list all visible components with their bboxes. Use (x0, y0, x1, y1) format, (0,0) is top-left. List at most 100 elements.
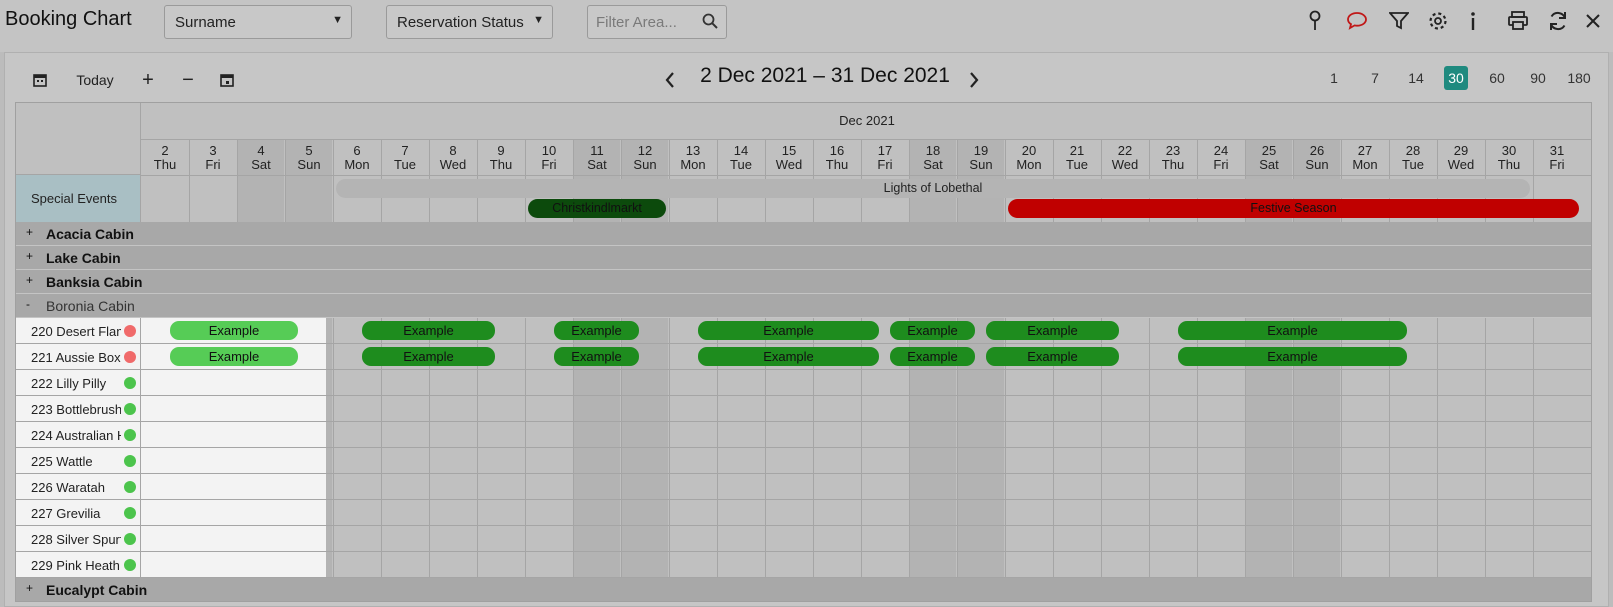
message-icon[interactable] (1342, 6, 1372, 36)
surname-select-value: Surname (175, 14, 236, 31)
day-of-week: Fri (1549, 157, 1565, 172)
booking-bar[interactable]: Example (890, 347, 975, 366)
zoom-7-days[interactable]: 7 (1361, 66, 1389, 90)
group-toggle[interactable]: + (26, 225, 33, 239)
day-of-week: Mon (1016, 157, 1042, 172)
gear-icon[interactable] (1423, 6, 1453, 36)
reservation-status-select[interactable]: Reservation Status ▼ (386, 5, 553, 39)
booking-bar[interactable]: Example (986, 347, 1119, 366)
group-name: Boronia Cabin (46, 298, 135, 314)
booking-bar[interactable]: Example (170, 347, 298, 366)
zoom-30-days[interactable]: 30 (1444, 66, 1468, 90)
room-name: 224 Australian Heath (31, 428, 121, 443)
refresh-icon[interactable] (1543, 6, 1573, 36)
day-of-week: Mon (1352, 157, 1378, 172)
day-header: 3 Fri (189, 140, 237, 175)
zoom-90-days[interactable]: 90 (1524, 66, 1552, 90)
group-row[interactable]: + Acacia Cabin (16, 222, 1591, 246)
group-toggle[interactable]: - (26, 297, 30, 311)
previous-range-button[interactable] (660, 68, 680, 92)
print-icon[interactable] (1503, 6, 1533, 36)
filter-icon[interactable] (1384, 6, 1414, 36)
day-header: 17 Fri (861, 140, 909, 175)
day-header: 29 Wed (1437, 140, 1485, 175)
booking-bar[interactable]: Example (362, 321, 495, 340)
booking-bar[interactable]: Example (698, 321, 879, 340)
day-number: 20 (1021, 143, 1037, 158)
day-of-week: Tue (394, 157, 416, 172)
room-name: 221 Aussie Box (31, 350, 121, 365)
search-icon[interactable] (702, 13, 718, 33)
booking-bar[interactable]: Example (362, 347, 495, 366)
booking-bar[interactable]: Example (554, 347, 639, 366)
location-pin-icon[interactable] (1300, 6, 1330, 36)
day-header: 20 Mon (1005, 140, 1053, 175)
day-header: 15 Wed (765, 140, 813, 175)
info-icon[interactable] (1458, 6, 1488, 36)
room-name: 220 Desert Flame (31, 324, 121, 339)
zoom-180-days[interactable]: 180 (1565, 66, 1593, 90)
zoom-out-button[interactable]: − (176, 68, 200, 92)
status-dot (124, 507, 136, 519)
status-dot (124, 559, 136, 571)
special-event-bar[interactable]: Festive Season (1008, 199, 1579, 218)
date-picker-icon[interactable] (215, 68, 239, 92)
room-name: 223 Bottlebrush (31, 402, 121, 417)
group-row[interactable]: + Eucalypt Cabin (16, 578, 1591, 601)
room-row-label[interactable]: 224 Australian Heath (16, 422, 141, 448)
day-header: 13 Mon (669, 140, 717, 175)
zoom-1-days[interactable]: 1 (1320, 66, 1348, 90)
day-of-week: Sat (587, 157, 607, 172)
close-icon[interactable] (1578, 6, 1608, 36)
room-row-label[interactable]: 226 Waratah (16, 474, 141, 500)
next-range-button[interactable] (964, 68, 984, 92)
group-toggle[interactable]: + (26, 249, 33, 263)
calendar-icon[interactable] (28, 68, 52, 92)
booking-bar[interactable]: Example (170, 321, 298, 340)
special-event-bar[interactable]: Christkindlmarkt (528, 199, 666, 218)
booking-bar[interactable]: Example (890, 321, 975, 340)
day-divider (813, 140, 814, 601)
group-row[interactable]: + Banksia Cabin (16, 270, 1591, 294)
room-row-label[interactable]: 225 Wattle (16, 448, 141, 474)
row-divider (141, 551, 1591, 552)
grid-corner (16, 103, 141, 175)
room-name: 226 Waratah (31, 480, 105, 495)
zoom-60-days[interactable]: 60 (1483, 66, 1511, 90)
room-row-label[interactable]: 229 Pink Heath (16, 552, 141, 578)
chevron-down-icon: ▼ (332, 14, 343, 26)
booking-bar[interactable]: Example (698, 347, 879, 366)
day-header: 6 Mon (333, 140, 381, 175)
surname-select[interactable]: Surname ▼ (164, 5, 352, 39)
zoom-in-button[interactable]: + (136, 68, 160, 92)
booking-bar[interactable]: Example (1178, 347, 1407, 366)
booking-bar[interactable]: Example (554, 321, 639, 340)
filter-area-input[interactable]: Filter Area... (587, 5, 727, 39)
special-event-bar[interactable]: Lights of Lobethal (336, 179, 1530, 198)
room-row-label[interactable]: 222 Lilly Pilly (16, 370, 141, 396)
booking-bar[interactable]: Example (986, 321, 1119, 340)
today-button[interactable]: Today (70, 68, 120, 92)
day-divider (429, 140, 430, 601)
zoom-14-days[interactable]: 14 (1402, 66, 1430, 90)
day-number: 13 (685, 143, 701, 158)
day-number: 4 (257, 143, 265, 158)
status-dot (124, 533, 136, 545)
day-header: 11 Sat (573, 140, 621, 175)
room-row-label[interactable]: 223 Bottlebrush (16, 396, 141, 422)
group-toggle[interactable]: + (26, 581, 33, 595)
room-row-label[interactable]: 221 Aussie Box (16, 344, 141, 370)
day-number: 29 (1453, 143, 1469, 158)
room-row-label[interactable]: 228 Silver Spurflower (16, 526, 141, 552)
room-row-label[interactable]: 227 Grevilia (16, 500, 141, 526)
status-select-value: Reservation Status (397, 14, 524, 31)
group-row[interactable]: + Lake Cabin (16, 246, 1591, 270)
group-row[interactable]: - Boronia Cabin (16, 294, 1591, 318)
day-number: 14 (733, 143, 749, 158)
day-of-week: Sun (1305, 157, 1329, 172)
booking-bar[interactable]: Example (1178, 321, 1407, 340)
day-of-week: Fri (205, 157, 221, 172)
day-divider (957, 140, 958, 601)
group-toggle[interactable]: + (26, 273, 33, 287)
room-row-label[interactable]: 220 Desert Flame (16, 318, 141, 344)
